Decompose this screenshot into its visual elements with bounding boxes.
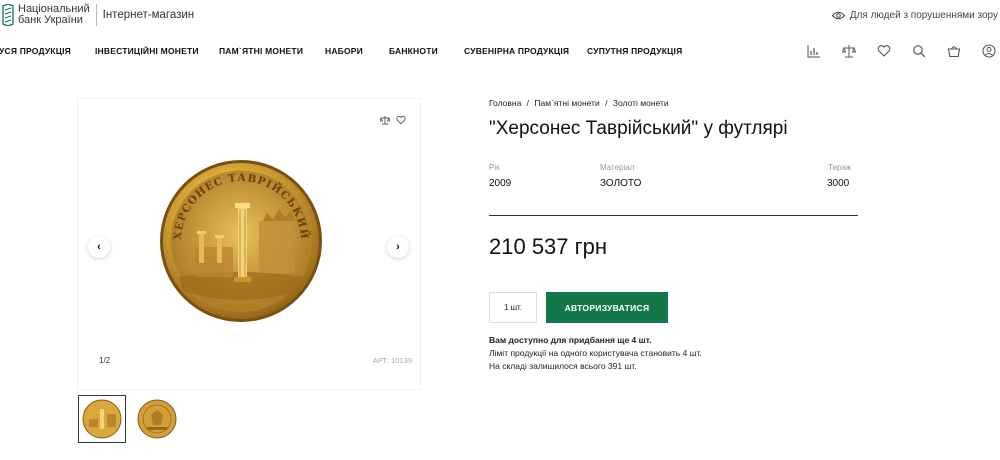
quantity-value: 1 шт.: [503, 303, 523, 312]
gallery-counter: 1/2: [99, 356, 111, 365]
spec-mintage-label: Тираж: [828, 163, 852, 172]
breadcrumb-subcategory[interactable]: Золоті монети: [613, 98, 669, 108]
availability-remaining: Вам доступно для придбання ще 4 шт.: [489, 335, 652, 345]
specs-divider: [489, 215, 858, 216]
product-title: "Херсонес Таврійський" у футлярі: [489, 118, 788, 139]
compare-icon[interactable]: [380, 115, 390, 125]
bank-name: Національний банк України: [18, 4, 90, 26]
eye-icon: [831, 11, 845, 20]
quantity-input[interactable]: 1 шт.: [489, 292, 537, 323]
chevron-right-icon: ›: [396, 241, 400, 253]
product-sku: АРТ: 10139: [372, 356, 412, 365]
spec-mintage-value: 3000: [827, 178, 850, 189]
availability-stock: На складі залишилося всього 391 шт.: [489, 361, 637, 371]
stats-icon[interactable]: [807, 44, 821, 58]
cart-icon[interactable]: [947, 44, 961, 58]
bank-name-line2: банк України: [18, 14, 83, 26]
availability-limit: Ліміт продукції на одного користувача ст…: [489, 348, 702, 358]
spec-year-value: 2009: [489, 178, 512, 189]
heart-icon[interactable]: [396, 115, 406, 125]
breadcrumb: Головна / Пам`ятні монети / Золоті монет…: [489, 98, 672, 108]
vision-impaired-link[interactable]: Для людей з порушеннями зору: [831, 10, 998, 21]
logo-divider: [95, 4, 97, 26]
vision-link-label: Для людей з порушеннями зору: [849, 10, 998, 21]
breadcrumb-separator: /: [526, 98, 530, 108]
chevron-left-icon: ‹: [97, 241, 101, 253]
shop-name: Інтернет-магазин: [102, 9, 195, 21]
gallery-next-button[interactable]: ›: [387, 236, 409, 258]
thumbnail-reverse[interactable]: [78, 395, 126, 443]
breadcrumb-home[interactable]: Головна: [489, 98, 521, 108]
header: Національний банк України Інтернет-магаз…: [0, 0, 1000, 34]
coin-image: ХЕРСОНЕС ТАВРІЙСЬКИЙ: [160, 160, 322, 322]
thumbnail-coin-reverse-image: [82, 399, 122, 439]
thumbnail-obverse[interactable]: [133, 395, 181, 443]
breadcrumb-category[interactable]: Пам`ятні монети: [534, 98, 599, 108]
gallery-prev-button[interactable]: ‹: [88, 236, 110, 258]
compare-icon[interactable]: [842, 44, 856, 58]
heart-icon[interactable]: [877, 44, 891, 58]
authorize-button[interactable]: АВТОРИЗУВАТИСЯ: [546, 292, 668, 323]
thumbnail-coin-obverse-image: [137, 399, 177, 439]
nbu-logo-icon: [2, 3, 14, 27]
search-icon[interactable]: [912, 44, 926, 58]
product-price: 210 537 грн: [489, 234, 608, 259]
nav-icons: [0, 44, 1000, 60]
nbu-logo[interactable]: Національний банк України Інтернет-магаз…: [2, 3, 195, 27]
spec-material-label: Матеріал: [600, 163, 635, 172]
spec-material-value: ЗОЛОТО: [600, 178, 642, 189]
breadcrumb-separator: /: [605, 98, 608, 108]
spec-year-label: Рік: [489, 163, 500, 172]
authorize-button-label: АВТОРИЗУВАТИСЯ: [564, 302, 650, 313]
user-icon[interactable]: [982, 44, 996, 58]
product-gallery: ХЕРСОНЕС ТАВРІЙСЬКИЙ ‹ › 1/2 АРТ: 10139: [78, 99, 420, 389]
availability-info: Вам доступно для придбання ще 4 шт. Лімі…: [489, 334, 702, 373]
